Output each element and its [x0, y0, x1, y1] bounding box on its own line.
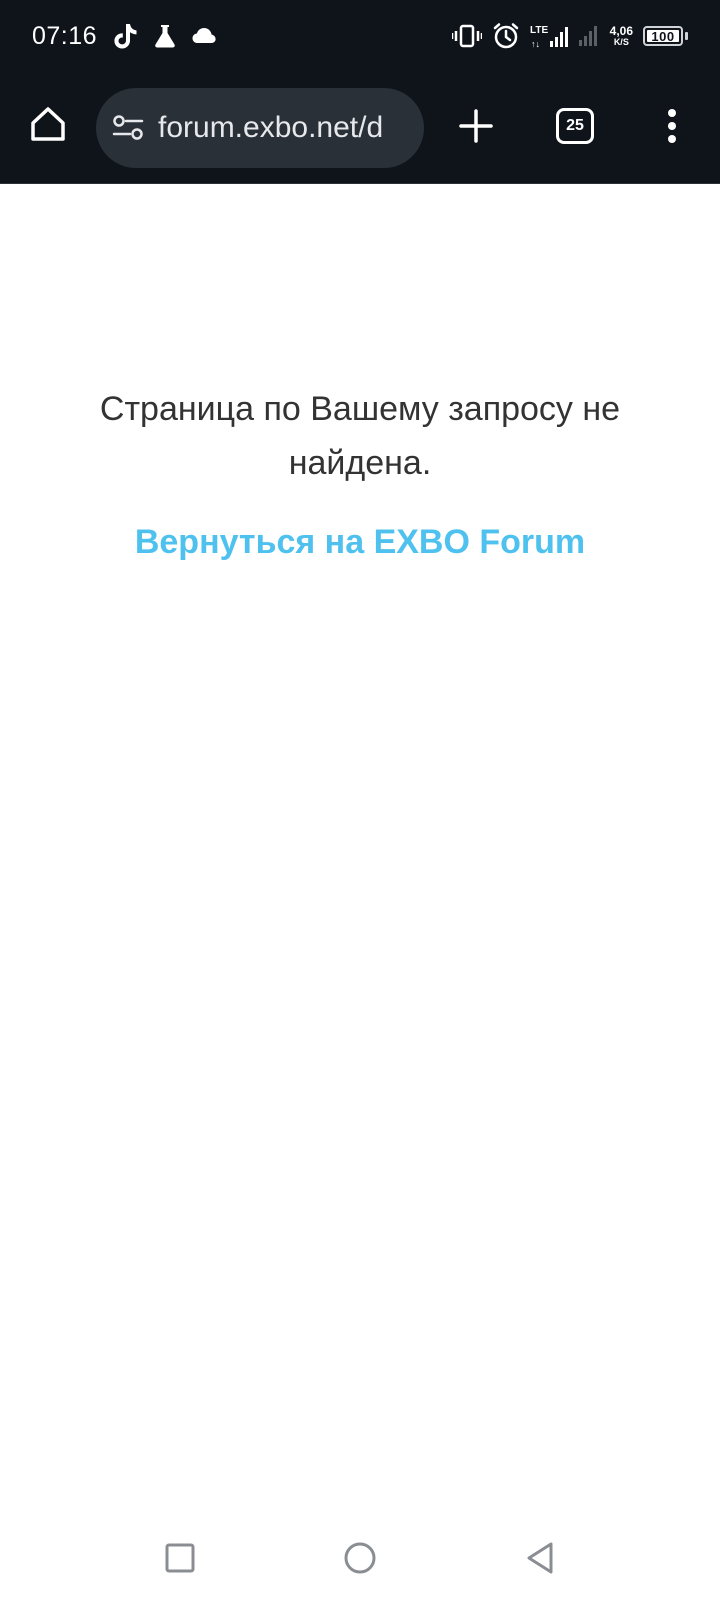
status-bar-left: 07:16: [32, 20, 217, 52]
battery-level: 100: [651, 28, 675, 44]
plus-icon: [458, 108, 494, 144]
back-to-forum-link[interactable]: Вернуться на EXBO Forum: [60, 520, 660, 564]
lte-signal-icon: LTE ↑↓: [530, 23, 568, 49]
vibrate-icon: [451, 23, 482, 49]
recents-button[interactable]: [156, 1534, 204, 1582]
browser-toolbar: forum.exbo.net/d 25: [0, 72, 720, 184]
tab-count: 25: [566, 117, 584, 134]
home-circle-icon: [343, 1541, 377, 1575]
new-tab-button[interactable]: [452, 102, 500, 150]
tune-icon[interactable]: [112, 114, 144, 142]
svg-text:LTE: LTE: [530, 25, 548, 36]
svg-text:↑↓: ↑↓: [531, 39, 540, 49]
battery-tip: [685, 32, 688, 40]
status-time: 07:16: [32, 21, 98, 50]
network-speed: 4,06 K/S: [610, 25, 633, 47]
signal-icon: [578, 24, 600, 48]
system-nav-bar: [0, 1504, 720, 1612]
status-bar-right: LTE ↑↓ 4,06 K/S 100: [451, 20, 688, 52]
home-button[interactable]: [22, 98, 74, 150]
network-speed-unit: K/S: [613, 37, 629, 47]
flask-icon: [153, 23, 177, 49]
more-menu-button[interactable]: [650, 102, 694, 150]
recents-square-icon: [164, 1542, 196, 1574]
page-content: Страница по Вашему запросу не найдена. В…: [0, 184, 720, 1504]
status-bar: 07:16 LTE ↑↓ 4,06 K/S 100: [0, 0, 720, 72]
network-speed-value: 4,06: [609, 24, 633, 38]
battery-icon: 100: [643, 26, 683, 46]
not-found-message: Страница по Вашему запросу не найдена.: [99, 390, 621, 482]
home-icon: [28, 104, 68, 144]
tiktok-icon: [113, 22, 139, 50]
alarm-icon: [492, 22, 520, 50]
address-bar[interactable]: forum.exbo.net/d: [96, 88, 424, 168]
system-back-button[interactable]: [516, 1534, 564, 1582]
url-text[interactable]: forum.exbo.net/d: [158, 111, 424, 145]
more-vert-icon: [666, 108, 678, 144]
system-home-button[interactable]: [336, 1534, 384, 1582]
back-triangle-icon: [524, 1541, 556, 1575]
cloud-icon: [191, 26, 217, 46]
tab-switcher-button[interactable]: 25: [556, 108, 594, 144]
